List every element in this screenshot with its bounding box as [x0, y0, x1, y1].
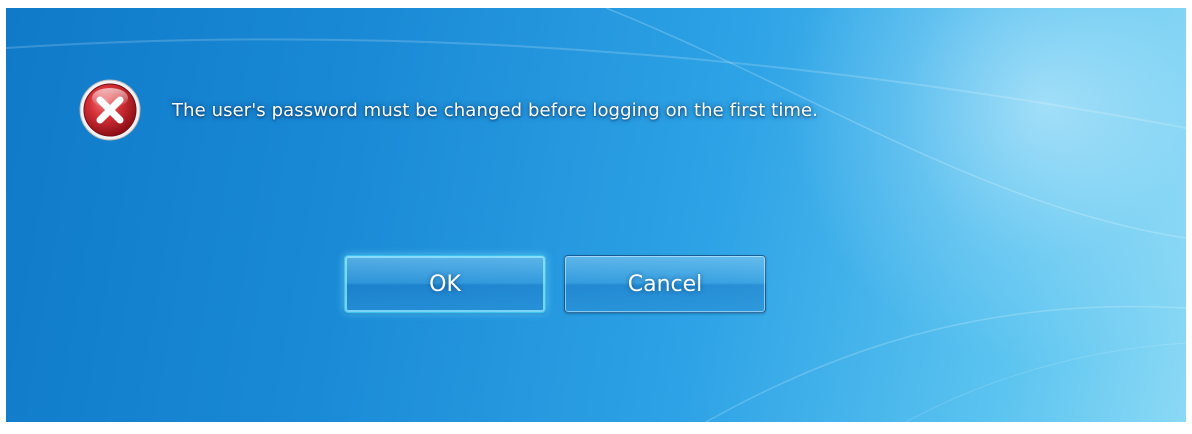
cancel-button[interactable]: Cancel: [564, 255, 766, 313]
message-row: The user's password must be changed befo…: [78, 79, 819, 141]
error-icon: [79, 79, 141, 141]
cancel-button-label: Cancel: [627, 271, 703, 297]
error-message: The user's password must be changed befo…: [172, 99, 819, 121]
ok-button[interactable]: OK: [344, 255, 546, 313]
ok-button-label: OK: [429, 271, 461, 297]
logon-screen: The user's password must be changed befo…: [6, 8, 1186, 422]
background-light-streaks: [6, 8, 1186, 422]
button-row: OK Cancel: [344, 255, 766, 313]
